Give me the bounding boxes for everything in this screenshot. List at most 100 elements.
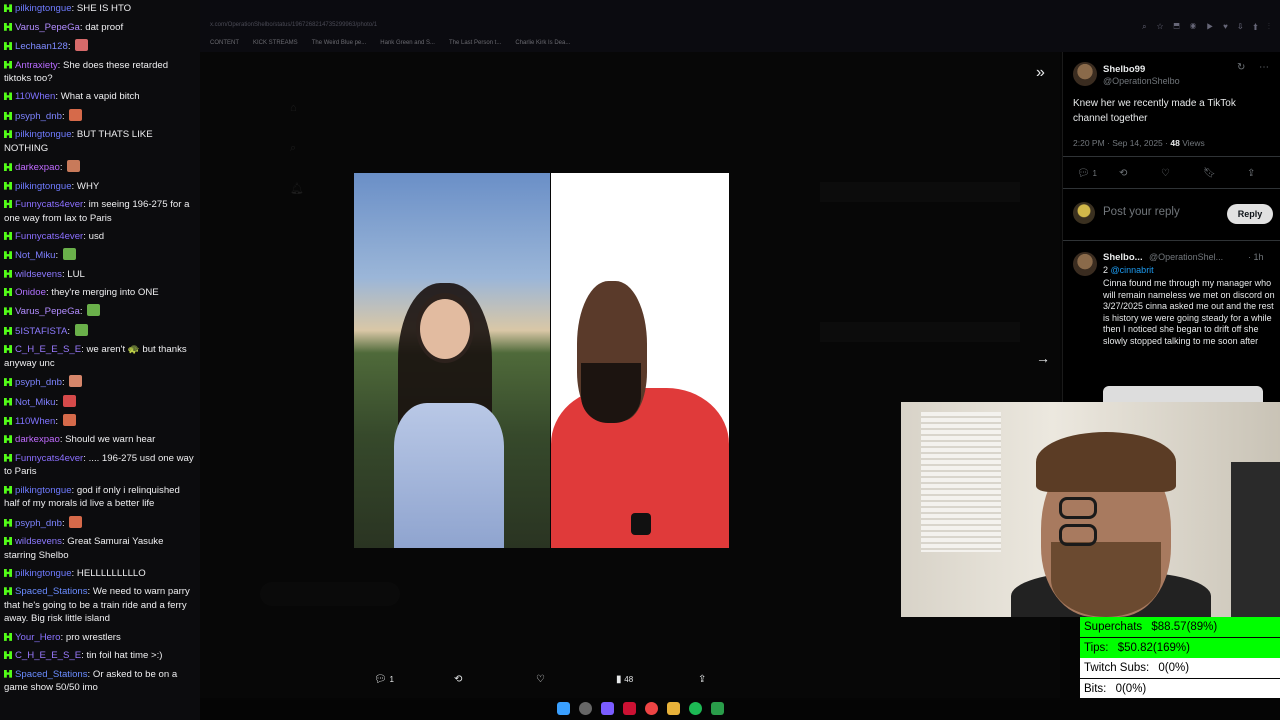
bookmark-item[interactable]: CONTENT	[210, 40, 239, 46]
browser-extension-icons[interactable]: ⌕ ☆ ⬒ ◉ ▶ ♥ ⇩ ⬆ ⋮	[1142, 22, 1274, 32]
reply-button[interactable]: Reply	[1227, 204, 1273, 224]
goal-label: Twitch Subs:	[1084, 662, 1150, 675]
share-icon[interactable]: ⇪	[1247, 168, 1255, 179]
chat-message: psyph_dnb:	[4, 106, 196, 125]
chat-username[interactable]: Not_Miku	[15, 250, 56, 261]
viewer-repost-icon[interactable]: ⟲	[454, 674, 462, 685]
chat-username[interactable]: Not_Miku	[15, 397, 56, 408]
bookmark-icon[interactable]: 🔖︎	[1203, 168, 1216, 179]
chat-username[interactable]: Funnycats4ever	[15, 199, 83, 210]
chat-username[interactable]: pilkingtongue	[15, 3, 72, 14]
bookmark-item[interactable]: The Last Person t...	[449, 40, 501, 46]
photo-beard	[581, 363, 641, 423]
kick-badge-icon	[4, 199, 12, 208]
chat-text: dat proof	[85, 21, 124, 33]
repost-icon[interactable]: ⟲	[1119, 168, 1127, 179]
tweet-time[interactable]: 2:20 PM · Sep 14, 2025 ·	[1073, 138, 1168, 148]
chat-username[interactable]: C_H_E_E_S_E	[15, 344, 81, 355]
chat-emote-icon	[69, 108, 83, 121]
kick-badge-icon	[4, 42, 12, 51]
nav-explore-ghost: ⌕	[290, 142, 297, 154]
grok-icon[interactable]: ↻	[1237, 62, 1245, 73]
tweet-photo[interactable]	[354, 173, 729, 548]
chat-username[interactable]: psyph_dnb	[15, 111, 62, 122]
chat-username[interactable]: pilkingtongue	[15, 568, 72, 579]
viewer-share-icon[interactable]: ⇪	[698, 674, 706, 685]
chat-username[interactable]: pilkingtongue	[15, 181, 72, 192]
chat-username[interactable]: darkexpao	[15, 434, 60, 445]
reply-author-name[interactable]: Shelbo...	[1103, 252, 1143, 263]
author-avatar[interactable]	[1073, 62, 1097, 86]
search-icon[interactable]	[579, 702, 592, 715]
kick-badge-icon	[4, 669, 12, 678]
chrome-icon[interactable]	[645, 702, 658, 715]
chat-message: Varus_PepeGa:	[4, 302, 196, 321]
chat-username[interactable]: pilkingtongue	[15, 485, 72, 496]
reply-author-handle[interactable]: @OperationShel...	[1149, 252, 1223, 262]
bookmark-item[interactable]: KICK STREAMS	[253, 40, 298, 46]
chat-emote-icon	[74, 323, 88, 336]
chat-username[interactable]: wildsevens	[15, 269, 62, 280]
reply-input[interactable]: Post your reply	[1103, 206, 1180, 218]
chat-username[interactable]: Varus_PepeGa	[15, 22, 80, 33]
chat-username[interactable]: Lechaan128	[15, 41, 68, 52]
chat-username[interactable]: Funnycats4ever	[15, 453, 83, 464]
kick-badge-icon	[4, 326, 12, 335]
more-options-icon[interactable]: ⋯	[1259, 62, 1269, 73]
kick-badge-icon	[4, 453, 12, 462]
chat-username[interactable]: Spaced_Stations	[15, 586, 88, 597]
bookmark-item[interactable]: Hank Green and S...	[380, 40, 435, 46]
start-icon[interactable]	[557, 702, 570, 715]
chat-username[interactable]: Your_Hero	[15, 632, 61, 643]
goal-value: $88.57(89%)	[1151, 621, 1218, 633]
chat-username[interactable]: C_H_E_E_S_E	[15, 650, 81, 661]
kick-badge-icon	[4, 397, 12, 406]
chat-username[interactable]: Varus_PepeGa	[15, 306, 80, 317]
spotify-icon[interactable]	[689, 702, 702, 715]
photo-watch	[631, 513, 651, 535]
chat-separator: :	[79, 306, 86, 318]
chat-username[interactable]: Antraxiety	[15, 60, 58, 71]
viewer-views-icon[interactable]: ▮ 48	[616, 674, 633, 685]
reply-author-avatar[interactable]	[1073, 252, 1097, 276]
tweet-views-count: 48	[1170, 138, 1180, 148]
chat-username[interactable]: psyph_dnb	[15, 518, 62, 529]
chat-message: C_H_E_E_S_E: tin foil hat time >:)	[4, 647, 196, 665]
bookmark-item[interactable]: The Weird Blue pe...	[312, 40, 367, 46]
chat-message: Spaced_Stations: Or asked to be on a gam…	[4, 665, 196, 697]
next-photo-icon[interactable]: →	[1036, 350, 1050, 366]
tab-strip[interactable]	[200, 2, 1280, 18]
discord-icon[interactable]	[601, 702, 614, 715]
author-handle[interactable]: @OperationShelbo	[1103, 76, 1180, 86]
obs-icon[interactable]	[623, 702, 636, 715]
viewer-reply-icon[interactable]: 💬︎ 1	[374, 674, 394, 685]
reply-text: Cinna found me through my manager who wi…	[1103, 278, 1275, 346]
folder-icon[interactable]	[667, 702, 680, 715]
chat-username[interactable]: Spaced_Stations	[15, 669, 88, 680]
goal-row: Bits: 0(0%)1000	[1080, 678, 1280, 699]
reply-icon[interactable]: 💬︎ 1	[1077, 168, 1097, 179]
chat-username[interactable]: 110When	[15, 91, 55, 102]
chat-username[interactable]: Funnycats4ever	[15, 231, 83, 242]
author-name[interactable]: Shelbo99	[1103, 64, 1145, 75]
chat-username[interactable]: darkexpao	[15, 162, 60, 173]
app-icon[interactable]	[711, 702, 724, 715]
post-button-ghost	[260, 582, 400, 606]
chat-username[interactable]: Onidoe	[15, 287, 46, 298]
reply-mention[interactable]: @cinnabrit	[1111, 265, 1154, 275]
chat-emote-icon	[62, 413, 76, 426]
chat-username[interactable]: wildsevens	[15, 536, 62, 547]
chat-message: pilkingtongue: HELLLLLLLLLO	[4, 565, 196, 583]
like-icon[interactable]: ♡	[1161, 168, 1170, 179]
chat-username[interactable]: psyph_dnb	[15, 377, 62, 388]
address-bar[interactable]: x.com/OperationShelbo/status/19672682147…	[210, 22, 377, 28]
bookmark-item[interactable]: Charlie Kirk Is Dea...	[515, 40, 570, 46]
chat-username[interactable]: 110When	[15, 416, 55, 427]
chat-username[interactable]: 5ISTAFISTA	[15, 326, 67, 337]
chat-username[interactable]: pilkingtongue	[15, 129, 72, 140]
kick-badge-icon	[4, 22, 12, 31]
chat-message: Funnycats4ever: im seeing 196-275 for a …	[4, 196, 196, 228]
collapse-panel-icon[interactable]: »	[1036, 64, 1045, 82]
reply-media-preview[interactable]	[1103, 386, 1263, 402]
viewer-like-icon[interactable]: ♡	[536, 674, 545, 685]
